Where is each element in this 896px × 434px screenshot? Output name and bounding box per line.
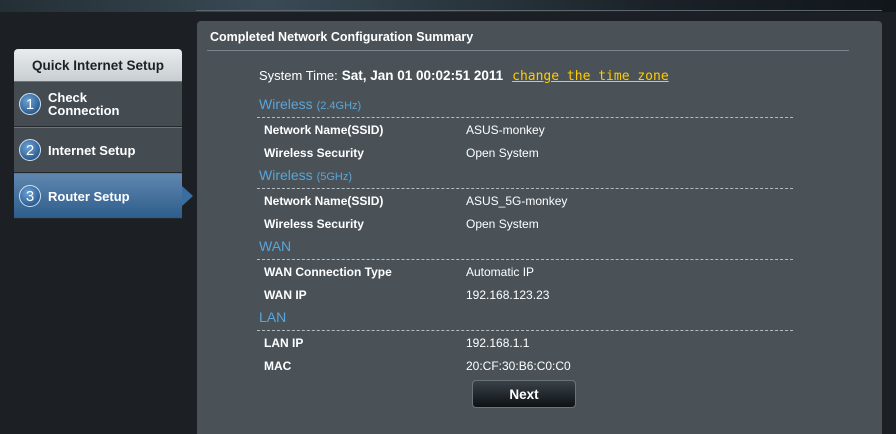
top-banner [0,0,896,12]
sidebar-item-label: Internet Setup [48,142,136,158]
system-time-value: Sat, Jan 01 00:02:51 2011 [341,68,504,83]
divider [257,188,793,189]
row-key: Wireless Security [264,217,364,231]
row-value: 20:CF:30:B6:C0:C0 [466,359,571,373]
row-key: LAN IP [264,336,304,350]
divider [257,117,793,118]
panel-title: Completed Network Configuration Summary [210,30,474,44]
sidebar-item-router-setup[interactable]: 3 Router Setup [14,173,193,219]
sidebar-header: Quick Internet Setup [14,49,182,81]
section-title-wireless-24: Wireless (2.4GHz) [259,96,362,112]
sidebar-item-check-connection[interactable]: 1 Check Connection [14,81,182,127]
section-title-lan: LAN [259,309,287,325]
divider [257,330,793,331]
row-key: MAC [264,359,292,373]
row-key: Network Name(SSID) [264,194,384,208]
change-time-zone-link[interactable]: change the time zone [512,69,669,84]
system-time-label: System Time: [259,68,338,83]
next-button[interactable]: Next [472,380,576,408]
row-value: ASUS_5G-monkey [466,194,568,208]
row-key: Network Name(SSID) [264,123,384,137]
row-key: WAN Connection Type [264,265,392,279]
row-key: WAN IP [264,288,307,302]
row-value: Automatic IP [466,265,535,279]
row-value: Open System [466,217,539,231]
row-value: Open System [466,146,539,160]
step-number-icon: 2 [19,139,41,161]
divider [257,259,793,260]
step-number-icon: 3 [19,185,41,207]
quick-setup-sidebar: Quick Internet Setup 1 Check Connection … [14,49,193,219]
sidebar-item-internet-setup[interactable]: 2 Internet Setup [14,127,182,173]
row-value: 192.168.1.1 [466,336,530,350]
section-title-wireless-5: Wireless (5GHz) [259,167,353,183]
row-value: 192.168.123.23 [466,288,550,302]
section-title-wan: WAN [259,238,292,254]
sidebar-item-label: Check Connection [48,90,120,118]
summary-panel: Completed Network Configuration Summary … [197,21,882,434]
system-time: System Time: Sat, Jan 01 00:02:51 2011 c… [259,68,669,84]
row-key: Wireless Security [264,146,364,160]
sidebar-item-label: Router Setup [48,188,130,204]
divider [207,50,849,51]
row-value: ASUS-monkey [466,123,545,137]
step-number-icon: 1 [19,93,41,115]
